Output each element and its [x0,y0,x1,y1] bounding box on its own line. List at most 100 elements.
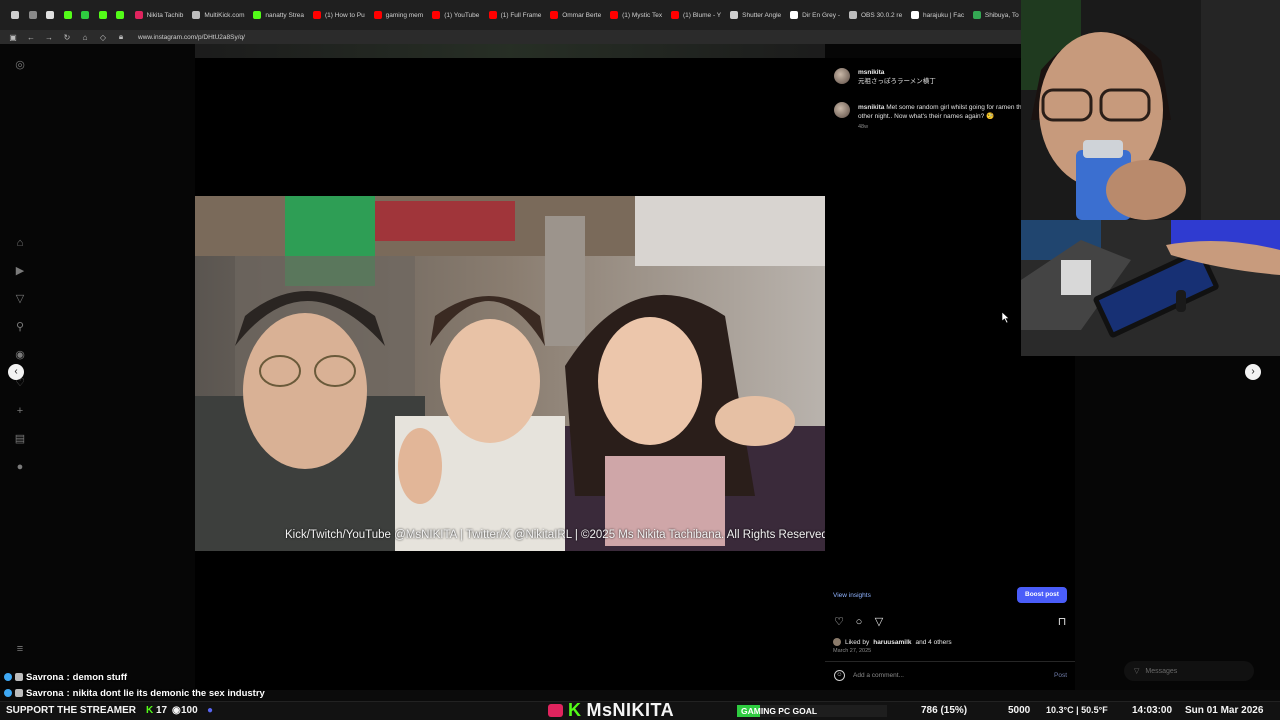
create-nav-icon[interactable]: + [13,404,27,418]
browser-tab[interactable] [111,4,129,26]
comment-icon[interactable]: ○ [853,616,865,628]
browser-tab[interactable]: (1) How to Pu [307,4,368,26]
browser-tab[interactable] [41,4,59,26]
mouse-cursor-icon [1002,312,1010,323]
tab-favicon-icon [610,11,619,19]
bookmark-icon[interactable]: ⊓ [1056,616,1068,628]
like-icon[interactable]: ♡ [833,616,845,628]
tab-favicon-icon [312,11,321,19]
caption-avatar[interactable] [834,102,850,118]
view-insights-link[interactable]: View insights [833,592,871,599]
browser-tab[interactable] [24,4,42,26]
tab-favicon-icon [63,11,72,19]
tab-favicon-icon [488,11,497,19]
browser-tab[interactable] [76,4,94,26]
tab-favicon-icon [46,11,55,19]
send-icon: ▽ [1134,668,1140,675]
more-menu-icon[interactable]: ≡ [13,642,27,656]
messages-nav-icon[interactable]: ▽ [13,292,27,306]
stream-brand: K MsNIKITA [548,700,674,720]
share-icon[interactable]: ▽ [873,616,885,628]
discord-icon: ● [207,705,214,716]
url-field[interactable]: www.instagram.com/p/DHtU2a8Sy/q/ [138,34,245,41]
tab-favicon-icon [432,11,441,19]
tab-label: (1) Full Frame [500,11,542,19]
screen: Nikita Tachib MultiKick.com nanatty Strea (… [0,0,1280,720]
verified-badge-icon [4,689,12,697]
browser-tab[interactable]: (1) YouTube [426,4,482,26]
kick-brand-icon: K [568,700,582,720]
search-nav-icon[interactable]: ⚲ [13,320,27,334]
browser-tab[interactable]: harajuku | Fac [905,4,967,26]
tab-label: Dir En Grey - [802,11,840,19]
reels-nav-icon[interactable]: ▶ [13,264,27,278]
browser-tab[interactable]: nanatty Strea [247,4,307,26]
address-bar: ▣ ← → ↻ ⌂ ◇ 🔒︎ www.instagram.com/p/DHtU2… [0,30,1022,44]
tab-favicon-icon [11,11,19,19]
tab-label: harajuku | Fac [923,11,965,19]
browser-tab[interactable] [6,4,24,26]
home-icon[interactable]: ⌂ [80,33,90,42]
post-comment-button[interactable]: Post [1054,672,1067,679]
add-comment-input[interactable]: Add a comment... [853,672,904,679]
webcam-face [1021,0,1280,220]
tab-favicon-icon [116,11,125,19]
previous-post-button[interactable]: ‹ [8,364,24,380]
explore-nav-icon[interactable]: ◉ [13,348,27,362]
people-icon: ◉ [172,705,181,716]
webcam-face-image [1021,0,1280,220]
post-photo[interactable]: Kick/Twitch/YouTube @MsNIKITA | Twitter/… [195,196,825,551]
weather: 10.3°C | 50.5°F [1046,705,1108,715]
instagram-logo-icon[interactable]: ◎ [13,58,27,72]
back-icon[interactable]: ← [26,33,36,42]
browser-tab[interactable]: (1) Blume - Y [665,4,724,26]
browser-tab[interactable] [94,4,112,26]
tab-label: MultiKick.com [204,11,245,19]
calendar-date: Sun 01 Mar 2026 [1185,705,1264,716]
browser-tab[interactable] [59,4,77,26]
post-location[interactable]: 元祖さっぽろラーメン横丁 [858,77,936,86]
caption-username[interactable]: msnikita [858,104,884,111]
chat-message: Savrona : nikita dont lie its demonic th… [4,685,404,701]
browser-tab[interactable]: Shutter Angle [724,4,784,26]
browser-tab[interactable]: (1) Mystic Tex [604,4,665,26]
author-avatar[interactable] [834,68,850,84]
browser-tab[interactable]: MultiKick.com [186,4,247,26]
liked-by-user[interactable]: haruusamilk [873,639,911,646]
goal-target: 5000 [1008,705,1031,716]
dashboard-nav-icon[interactable]: ▤ [13,432,27,446]
messages-bar[interactable]: ▽ Messages [1124,661,1254,681]
forward-icon[interactable]: → [44,33,54,42]
sidebar-toggle-icon[interactable]: ▣ [8,33,18,42]
chat-text: nikita dont lie its demonic the sex indu… [72,687,265,699]
browser-tab[interactable]: Nikita Tachib [129,4,187,26]
profile-nav-icon[interactable]: ● [13,460,27,474]
reload-icon[interactable]: ↻ [62,33,72,42]
support-label: SUPPORT THE STREAMER [6,705,137,716]
tab-favicon-icon [192,11,201,19]
tab-label: (1) Blume - Y [682,11,722,19]
author-username[interactable]: msnikita [858,69,884,76]
browser-tab[interactable]: Dir En Grey - [784,4,843,26]
browser-tab[interactable]: Shibuya, To [967,4,1022,26]
boost-post-button[interactable]: Boost post [1017,587,1067,603]
browser-tab[interactable]: OBS 30.0.2 re [843,4,905,26]
tab-label: (1) How to Pu [324,11,365,19]
tab-label: Shutter Angle [742,11,782,19]
browser-tab[interactable]: gaming mem [368,4,427,26]
home-nav-icon[interactable]: ⌂ [13,236,27,250]
goal-label: GAMING PC GOAL [741,706,818,716]
emoji-icon[interactable]: ☺ [834,670,845,681]
kick-icon: K [146,705,154,716]
tab-favicon-icon [790,11,799,19]
browser-tab[interactable]: Ommar Berte [544,4,604,26]
chat-separator: : [66,687,70,699]
next-post-button[interactable]: › [1245,364,1261,380]
tab-favicon-icon [373,11,382,19]
tab-favicon-icon [98,11,107,19]
caption-text-1: Met some random girl whilst going for ra… [886,104,1026,111]
browser-tab[interactable]: (1) Full Frame [483,4,545,26]
shield-icon[interactable]: ◇ [98,33,108,42]
liked-by-suffix[interactable]: and 4 others [916,639,952,646]
lock-icon: 🔒︎ [118,32,124,41]
